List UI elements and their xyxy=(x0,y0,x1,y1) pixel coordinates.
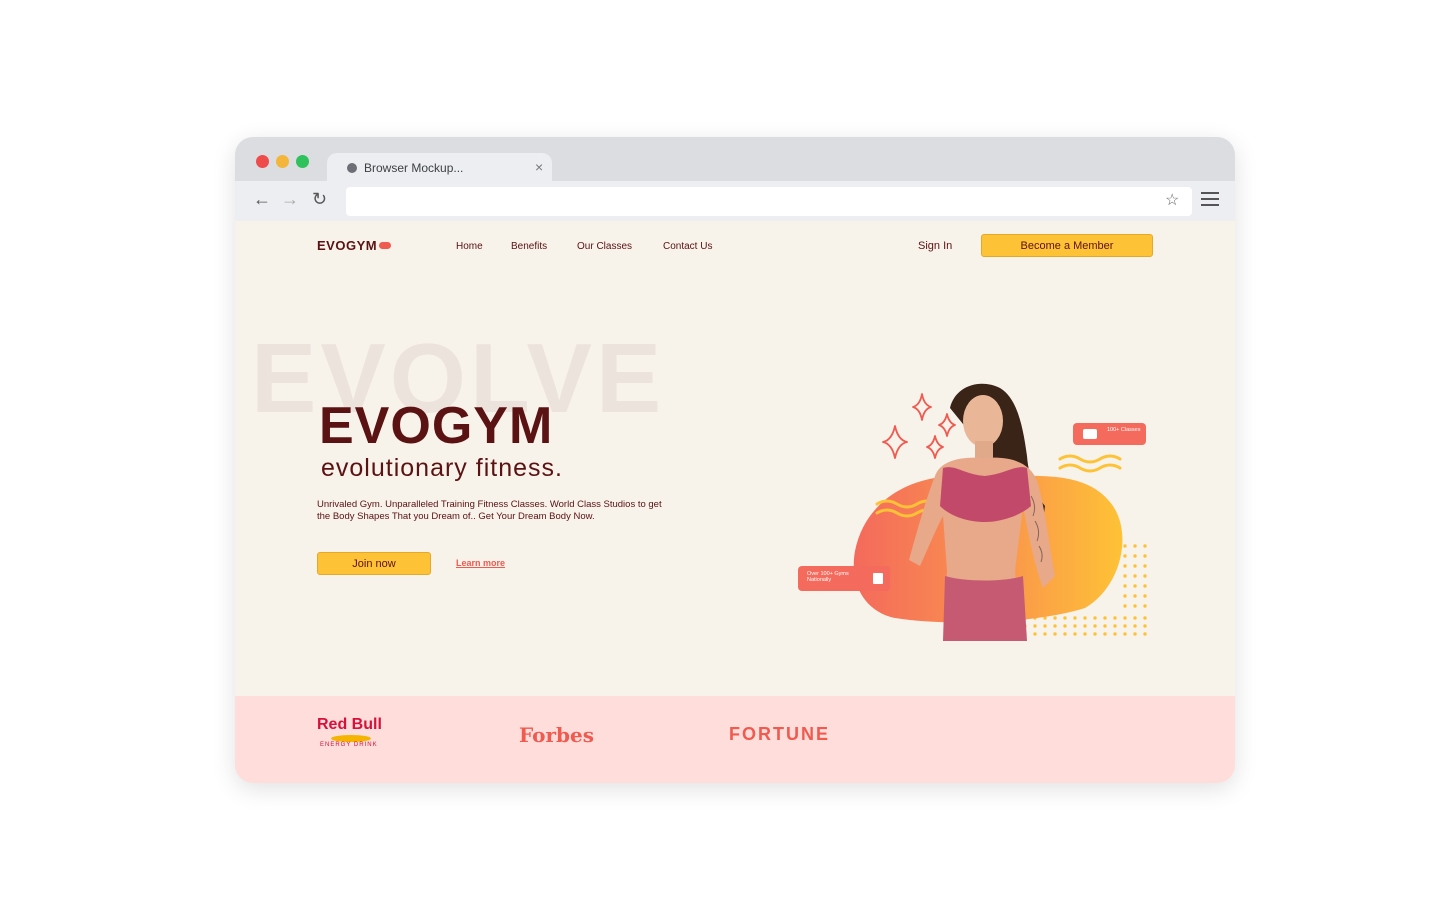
gyms-badge-text: Over 100+ Gyms Nationally xyxy=(807,571,849,583)
logo-dot xyxy=(379,242,392,249)
browser-toolbar: ← → ↻ ☆ xyxy=(235,181,1235,221)
back-arrow-icon[interactable]: ← xyxy=(253,189,271,210)
hero-graphic: 100+ Classes Over 100+ Gyms Nationally xyxy=(795,356,1160,641)
forward-arrow-icon[interactable]: → xyxy=(281,189,299,210)
nav-home[interactable]: Home xyxy=(456,241,483,252)
browser-window: Browser Mockup... × ← → ↻ ☆ EVOGYM Home … xyxy=(235,137,1235,783)
nav-our-classes[interactable]: Our Classes xyxy=(577,241,632,252)
reload-icon[interactable]: ↻ xyxy=(312,189,327,210)
globe-icon xyxy=(347,163,357,173)
bookmark-star-icon[interactable]: ☆ xyxy=(1165,190,1179,210)
building-icon xyxy=(873,573,883,584)
sponsors-bar: Red Bull ENERGY DRINK Forbes FORTUNE xyxy=(235,696,1235,783)
nav-benefits[interactable]: Benefits xyxy=(511,241,547,252)
hero-subtitle: evolutionary fitness. xyxy=(321,454,563,482)
title-bar: Browser Mockup... × xyxy=(235,137,1235,183)
address-bar[interactable] xyxy=(346,187,1192,216)
hamburger-menu-icon[interactable] xyxy=(1201,192,1219,206)
nav-contact-us[interactable]: Contact Us xyxy=(663,241,712,252)
learn-more-link[interactable]: Learn more xyxy=(456,558,505,568)
hero-illustration xyxy=(853,383,1147,641)
sparkle-stars xyxy=(882,393,956,459)
minimize-window-button[interactable] xyxy=(276,155,289,168)
hero-description: Unrivaled Gym. Unparalleled Training Fit… xyxy=(317,499,662,522)
tab-close-icon[interactable]: × xyxy=(535,159,543,175)
classes-badge: 100+ Classes xyxy=(1073,423,1146,445)
bulls-icon xyxy=(331,735,371,742)
classes-badge-text: 100+ Classes xyxy=(1107,427,1141,433)
become-member-button[interactable]: Become a Member xyxy=(981,234,1153,257)
close-window-button[interactable] xyxy=(256,155,269,168)
join-now-button[interactable]: Join now xyxy=(317,552,431,575)
tab-title: Browser Mockup... xyxy=(364,161,464,175)
site-logo[interactable]: EVOGYM xyxy=(317,238,392,253)
web-page: EVOGYM Home Benefits Our Classes Contact… xyxy=(235,221,1235,783)
browser-tab[interactable]: Browser Mockup... × xyxy=(327,153,552,183)
redbull-logo: Red Bull ENERGY DRINK xyxy=(317,716,382,748)
maximize-window-button[interactable] xyxy=(296,155,309,168)
fortune-logo: FORTUNE xyxy=(729,724,830,744)
hero-title: EVOGYM xyxy=(319,397,554,455)
forbes-logo: Forbes xyxy=(519,723,594,747)
badge-icon xyxy=(1083,429,1097,439)
gyms-badge: Over 100+ Gyms Nationally xyxy=(798,566,890,591)
sign-in-link[interactable]: Sign In xyxy=(918,240,952,252)
